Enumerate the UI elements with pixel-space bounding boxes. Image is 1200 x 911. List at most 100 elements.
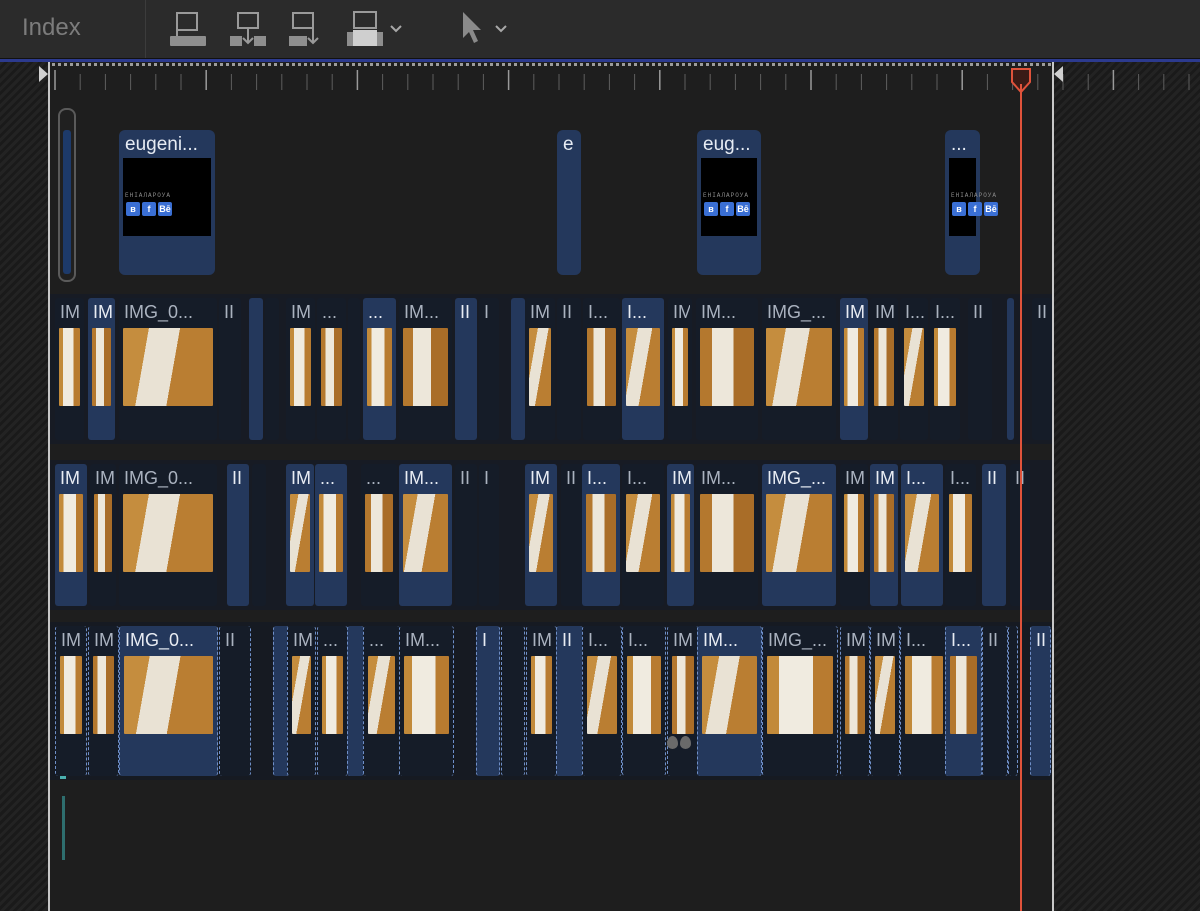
- select-tool-button[interactable]: [458, 8, 514, 50]
- video-clip[interactable]: [265, 298, 279, 440]
- video-clip[interactable]: II: [1032, 298, 1052, 440]
- marker-icon[interactable]: [667, 736, 678, 749]
- video-clip[interactable]: II: [982, 626, 1008, 776]
- append-clip-button[interactable]: [287, 8, 327, 50]
- connect-clip-button[interactable]: [168, 8, 208, 50]
- video-clip[interactable]: I...: [583, 298, 620, 440]
- marker-icon[interactable]: [680, 736, 691, 749]
- video-clip[interactable]: [249, 298, 263, 440]
- video-clip[interactable]: II: [219, 298, 241, 440]
- video-clip[interactable]: ...: [317, 626, 348, 776]
- video-clip[interactable]: [252, 464, 266, 606]
- video-clip[interactable]: I...: [945, 626, 982, 776]
- insert-clip-button[interactable]: [228, 8, 268, 50]
- video-clip[interactable]: [511, 298, 525, 440]
- video-clip[interactable]: II: [219, 626, 251, 776]
- video-clip[interactable]: IM: [90, 464, 116, 606]
- video-clip[interactable]: II: [1030, 626, 1051, 776]
- insert-clip-icon: [230, 12, 266, 46]
- video-clip[interactable]: I: [479, 298, 499, 440]
- video-clip[interactable]: IMG_...: [762, 464, 836, 606]
- range-end-icon[interactable]: [1054, 66, 1063, 82]
- video-clip[interactable]: II: [982, 464, 1006, 606]
- video-clip[interactable]: IM: [286, 298, 315, 440]
- video-clip[interactable]: ...: [361, 464, 397, 606]
- video-clip[interactable]: I...: [622, 626, 666, 776]
- title-clip[interactable]: eugeni... ЕНІАЛАРОУА в f Bē: [119, 130, 215, 275]
- video-clip[interactable]: I...: [622, 298, 664, 440]
- video-clip[interactable]: I...: [901, 464, 943, 606]
- video-clip[interactable]: IM...: [697, 626, 762, 776]
- clip-thumbnail: [875, 656, 895, 734]
- video-clip[interactable]: II: [455, 464, 477, 606]
- clip-label: IM: [60, 302, 80, 322]
- video-clip[interactable]: IM: [526, 626, 557, 776]
- video-clip[interactable]: IM...: [696, 464, 758, 606]
- video-clip[interactable]: IM: [870, 464, 898, 606]
- video-clip[interactable]: II: [227, 464, 249, 606]
- title-clip[interactable]: ... ЕНІАЛАРОУА в f Bē: [945, 130, 998, 275]
- video-clip[interactable]: [347, 626, 364, 776]
- video-clip[interactable]: I...: [582, 626, 622, 776]
- video-clip[interactable]: [348, 298, 360, 440]
- video-clip[interactable]: I...: [930, 298, 960, 440]
- video-clip[interactable]: ...: [315, 464, 347, 606]
- clip-thumbnail: [700, 328, 754, 406]
- video-clip[interactable]: [501, 626, 525, 776]
- video-clip[interactable]: II: [455, 298, 477, 440]
- range-start-icon[interactable]: [39, 66, 48, 82]
- index-button[interactable]: Index: [0, 0, 146, 58]
- video-clip[interactable]: ...: [363, 298, 396, 440]
- video-clip[interactable]: I: [479, 464, 499, 606]
- behance-icon: Bē: [984, 202, 998, 216]
- video-clip[interactable]: IMG_0...: [119, 298, 217, 440]
- video-clip[interactable]: II: [968, 298, 992, 440]
- video-clip[interactable]: I...: [945, 464, 976, 606]
- video-clip[interactable]: I...: [622, 464, 664, 606]
- title-clip[interactable]: e: [557, 130, 581, 275]
- video-clip[interactable]: [1007, 298, 1014, 440]
- video-clip[interactable]: IM: [88, 626, 119, 776]
- video-clip[interactable]: IM: [840, 298, 868, 440]
- video-clip[interactable]: ...: [317, 298, 346, 440]
- video-clip[interactable]: IM: [870, 626, 900, 776]
- video-clip[interactable]: I...: [582, 464, 620, 606]
- video-clip[interactable]: IM: [840, 464, 868, 606]
- playhead[interactable]: [1020, 84, 1022, 911]
- skimmer-handle[interactable]: [58, 108, 76, 282]
- overwrite-clip-button[interactable]: [345, 8, 407, 50]
- video-clip[interactable]: IMG_...: [762, 626, 838, 776]
- video-clip[interactable]: IM: [870, 298, 898, 440]
- video-clip[interactable]: IM: [525, 298, 555, 440]
- video-clip[interactable]: IMG_0...: [119, 464, 217, 606]
- video-clip[interactable]: II: [557, 298, 581, 440]
- video-clip[interactable]: IM: [668, 298, 692, 440]
- video-clip[interactable]: IM: [88, 298, 115, 440]
- video-clip[interactable]: IM: [55, 464, 87, 606]
- video-clip[interactable]: I...: [900, 298, 928, 440]
- video-clip[interactable]: IM...: [696, 298, 758, 440]
- video-clip[interactable]: I: [476, 626, 500, 776]
- video-clip[interactable]: I...: [900, 626, 948, 776]
- video-clip[interactable]: [1008, 626, 1018, 776]
- arrow-pointer-icon: [463, 12, 507, 43]
- video-clip[interactable]: IM: [55, 298, 84, 440]
- audio-clip[interactable]: [62, 796, 65, 860]
- video-clip[interactable]: IM: [525, 464, 557, 606]
- video-clip[interactable]: IM...: [399, 626, 454, 776]
- title-clip[interactable]: eug... ЕНІАЛАРОУА в f Bē: [697, 130, 761, 275]
- video-clip[interactable]: IM: [840, 626, 870, 776]
- video-clip[interactable]: II: [556, 626, 583, 776]
- video-clip[interactable]: IM: [667, 464, 694, 606]
- timeline-stage[interactable]: eugeni... ЕНІАЛАРОУА в f Bē e eug... ЕНІАЛАРОУА…: [0, 62, 1200, 911]
- video-clip[interactable]: IMG_0...: [119, 626, 218, 776]
- append-clip-icon: [289, 12, 319, 46]
- video-clip[interactable]: ...: [363, 626, 400, 776]
- video-clip[interactable]: IM: [55, 626, 87, 776]
- video-clip[interactable]: IMG_...: [762, 298, 836, 440]
- video-clip[interactable]: IM: [286, 464, 314, 606]
- video-clip[interactable]: IM: [287, 626, 316, 776]
- video-clip[interactable]: IM...: [399, 464, 452, 606]
- video-clip[interactable]: IM...: [399, 298, 452, 440]
- clip-thumbnail: [702, 656, 757, 734]
